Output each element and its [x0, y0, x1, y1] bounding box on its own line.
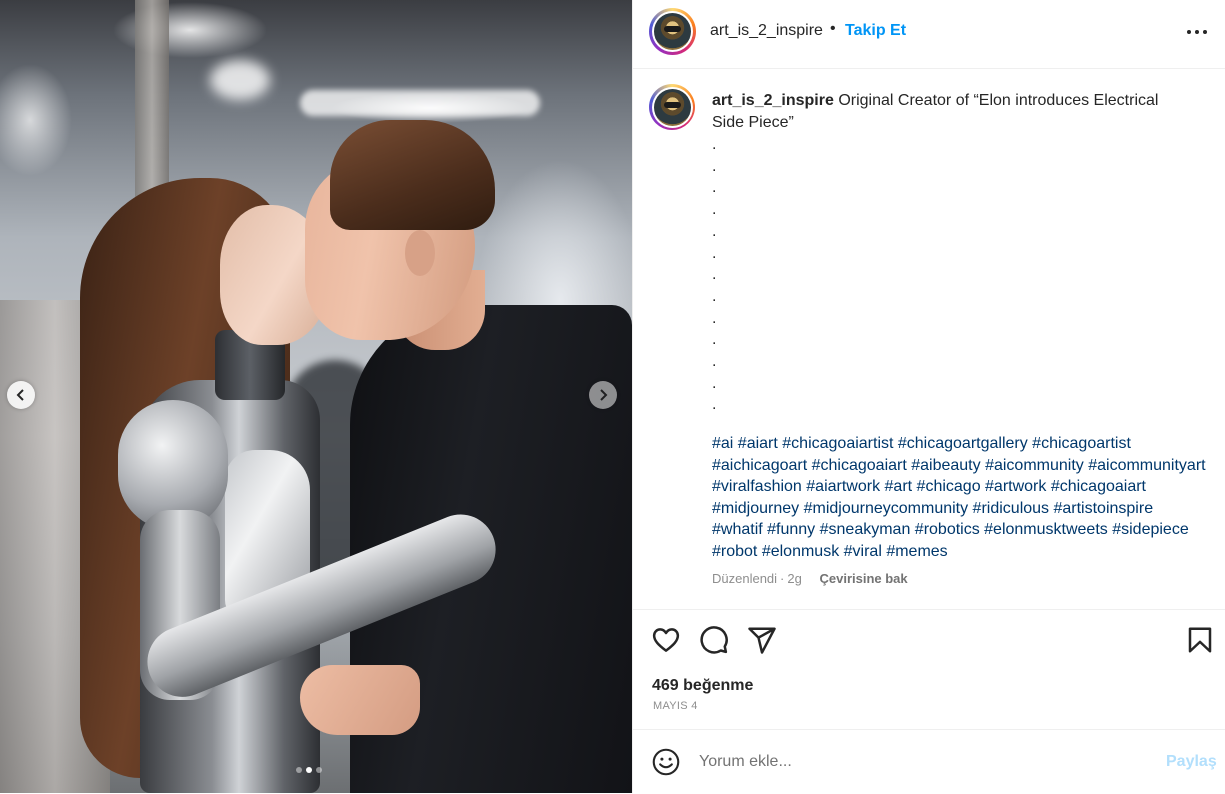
man-hand	[300, 665, 420, 735]
comment-bubble-icon[interactable]	[699, 625, 729, 655]
carousel-indicator	[296, 767, 322, 773]
likes-count[interactable]: 469 beğenme	[652, 677, 753, 695]
action-bar	[633, 609, 1225, 669]
see-translation-button[interactable]: Çevirisine bak	[819, 571, 907, 586]
caption-dot-line: .	[712, 244, 717, 262]
emoji-icon[interactable]	[652, 748, 680, 776]
share-send-icon[interactable]	[747, 625, 777, 655]
caption-dot-line: .	[712, 201, 717, 219]
ceiling-light-bar	[300, 90, 540, 116]
carousel-dot	[296, 767, 302, 773]
avatar-image	[653, 88, 691, 126]
header-separator: •	[830, 20, 836, 37]
chevron-right-icon	[600, 389, 608, 401]
post-comment-button[interactable]: Paylaş	[1166, 753, 1217, 771]
post-date[interactable]: MAYIS 4	[653, 700, 698, 712]
post-side-panel: art_is_2_inspire • Takip Et art_is_2_ins…	[632, 0, 1225, 793]
post-media[interactable]	[0, 0, 632, 793]
caption-dot-line: .	[712, 179, 717, 197]
chevron-left-icon	[16, 389, 24, 401]
caption-dot-line: .	[712, 353, 717, 371]
meta-separator: ·	[780, 571, 785, 586]
avatar[interactable]	[649, 8, 696, 55]
caption-dot-line: .	[712, 287, 717, 305]
caption-meta: Düzenlendi · 2g Çevirisine bak	[712, 571, 908, 586]
caption-dot-line: .	[712, 222, 717, 240]
caption-username[interactable]: art_is_2_inspire	[712, 92, 834, 109]
caption-text: art_is_2_inspire Original Creator of “El…	[712, 90, 1182, 133]
like-heart-icon[interactable]	[651, 625, 681, 655]
save-bookmark-icon[interactable]	[1185, 625, 1215, 655]
carousel-dot	[306, 767, 312, 773]
caption-dot-lines: .............	[712, 134, 716, 416]
caption-avatar[interactable]	[649, 84, 695, 130]
carousel-prev-button[interactable]	[7, 381, 35, 409]
comment-input[interactable]	[699, 750, 1139, 774]
header-username[interactable]: art_is_2_inspire	[710, 22, 823, 40]
caption-hashtags[interactable]: #ai #aiart #chicagoaiartist #chicagoartg…	[712, 433, 1207, 563]
ceiling-light	[210, 60, 270, 100]
caption-dot-line: .	[712, 266, 717, 284]
carousel-dot	[316, 767, 322, 773]
carousel-next-button[interactable]	[589, 381, 617, 409]
avatar-image	[654, 13, 691, 50]
caption-dot-line: .	[712, 374, 717, 392]
caption-dot-line: .	[712, 396, 717, 414]
post-header: art_is_2_inspire • Takip Et	[633, 0, 1225, 69]
more-options-icon[interactable]	[1185, 22, 1209, 42]
comment-form: Paylaş	[633, 729, 1225, 794]
caption-dot-line: .	[712, 136, 717, 153]
edited-label: Düzenlendi	[712, 571, 778, 586]
man-hair	[330, 120, 495, 230]
follow-button[interactable]: Takip Et	[845, 22, 906, 40]
man-ear	[405, 230, 435, 276]
caption-dot-line: .	[712, 309, 717, 327]
caption-dot-line: .	[712, 331, 717, 349]
post-age[interactable]: 2g	[787, 571, 801, 586]
caption-dot-line: .	[712, 157, 717, 175]
caption-section: art_is_2_inspire Original Creator of “El…	[633, 68, 1225, 610]
